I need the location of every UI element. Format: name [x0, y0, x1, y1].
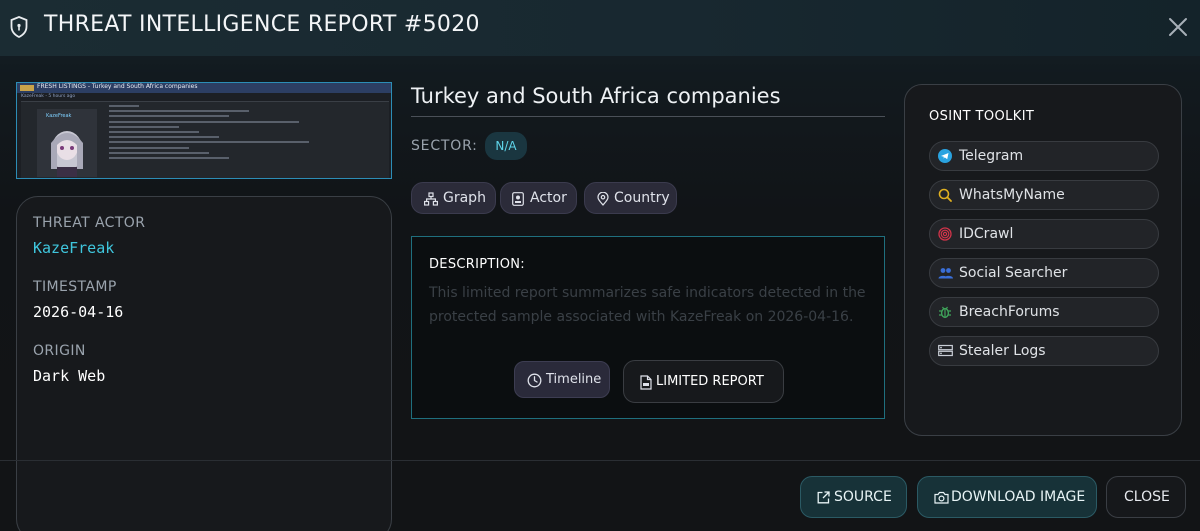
download-image-label: DOWNLOAD IMAGE	[951, 489, 1086, 505]
clock-icon	[527, 373, 542, 388]
shield-icon	[10, 16, 28, 38]
tool-telegram[interactable]: Telegram	[929, 141, 1159, 171]
map-pin-icon	[597, 192, 609, 206]
modal-title: THREAT INTELLIGENCE REPORT #5020	[44, 12, 480, 37]
source-label: SOURCE	[834, 489, 892, 505]
thumbnail-text-lines	[109, 105, 379, 162]
footer-divider	[0, 460, 1200, 461]
telegram-icon	[938, 149, 952, 163]
bug-icon	[939, 306, 951, 319]
screenshot-thumbnail[interactable]: FRESH LISTINGS - Turkey and South Africa…	[16, 82, 392, 179]
thumbnail-title-bar: FRESH LISTINGS - Turkey and South Africa…	[17, 83, 391, 93]
graph-button[interactable]: Graph	[411, 182, 496, 214]
actor-button[interactable]: Actor	[500, 182, 577, 214]
tool-label: IDCrawl	[959, 226, 1014, 242]
origin-label: ORIGIN	[33, 343, 86, 359]
modal-header: THREAT INTELLIGENCE REPORT #5020	[0, 0, 1200, 56]
search-icon	[938, 188, 952, 202]
tool-label: WhatsMyName	[959, 187, 1065, 203]
description-text: This limited report summarizes safe indi…	[429, 285, 866, 325]
avatar-icon	[37, 109, 97, 177]
title-divider	[411, 116, 885, 117]
thumbnail-username: KazeFreak	[46, 113, 72, 119]
actor-label: Actor	[530, 190, 567, 206]
country-label: Country	[614, 190, 670, 206]
toolkit-title: OSINT TOOLKIT	[929, 109, 1035, 124]
report-title: Turkey and South Africa companies	[411, 84, 781, 108]
thumbnail-tag	[20, 85, 34, 91]
sector-badge: N/A	[485, 132, 527, 160]
limited-report-label: LIMITED REPORT	[656, 374, 764, 389]
fingerprint-icon	[938, 227, 952, 241]
tool-label: BreachForums	[959, 304, 1060, 320]
tool-stealer-logs[interactable]: Stealer Logs	[929, 336, 1159, 366]
graph-label: Graph	[443, 190, 486, 206]
server-icon	[938, 344, 953, 357]
external-link-icon	[817, 491, 830, 504]
source-button[interactable]: SOURCE	[800, 476, 907, 518]
close-icon[interactable]	[1166, 15, 1190, 39]
origin-value: Dark Web	[33, 367, 106, 385]
tool-whatsmyname[interactable]: WhatsMyName	[929, 180, 1159, 210]
tool-label: Stealer Logs	[959, 343, 1046, 359]
timeline-label: Timeline	[546, 372, 602, 387]
document-icon	[640, 375, 652, 390]
tool-label: Telegram	[959, 148, 1024, 164]
country-button[interactable]: Country	[584, 182, 677, 214]
description-box: DESCRIPTION: This limited report summari…	[411, 236, 885, 419]
actor-info-panel: THREAT ACTOR KazeFreak TIMESTAMP 2026-04…	[16, 196, 392, 531]
osint-toolkit-panel: OSINT TOOLKIT Telegram WhatsMyName IDCra…	[904, 84, 1182, 436]
download-image-button[interactable]: DOWNLOAD IMAGE	[917, 476, 1097, 518]
threat-actor-label: THREAT ACTOR	[33, 215, 146, 231]
timeline-button[interactable]: Timeline	[514, 361, 610, 398]
tool-idcrawl[interactable]: IDCrawl	[929, 219, 1159, 249]
close-label: CLOSE	[1124, 489, 1170, 505]
limited-report-button[interactable]: LIMITED REPORT	[623, 360, 784, 403]
close-button[interactable]: CLOSE	[1106, 476, 1186, 518]
timestamp-value: 2026-04-16	[33, 303, 124, 321]
graph-icon	[424, 192, 438, 206]
avatar	[37, 109, 97, 177]
id-badge-icon	[512, 192, 524, 206]
tool-breachforums[interactable]: BreachForums	[929, 297, 1159, 327]
users-icon	[938, 268, 953, 279]
description-title: DESCRIPTION:	[429, 257, 525, 272]
tool-social-searcher[interactable]: Social Searcher	[929, 258, 1159, 288]
threat-actor-value[interactable]: KazeFreak	[33, 239, 114, 257]
thumbnail-subline: KazeFreak - 5 hours ago	[21, 94, 76, 99]
thumbnail-heading: FRESH LISTINGS - Turkey and South Africa…	[37, 83, 198, 90]
timestamp-label: TIMESTAMP	[33, 279, 117, 295]
tool-label: Social Searcher	[959, 265, 1068, 281]
camera-icon	[934, 491, 949, 504]
sector-label: SECTOR:	[411, 138, 478, 154]
